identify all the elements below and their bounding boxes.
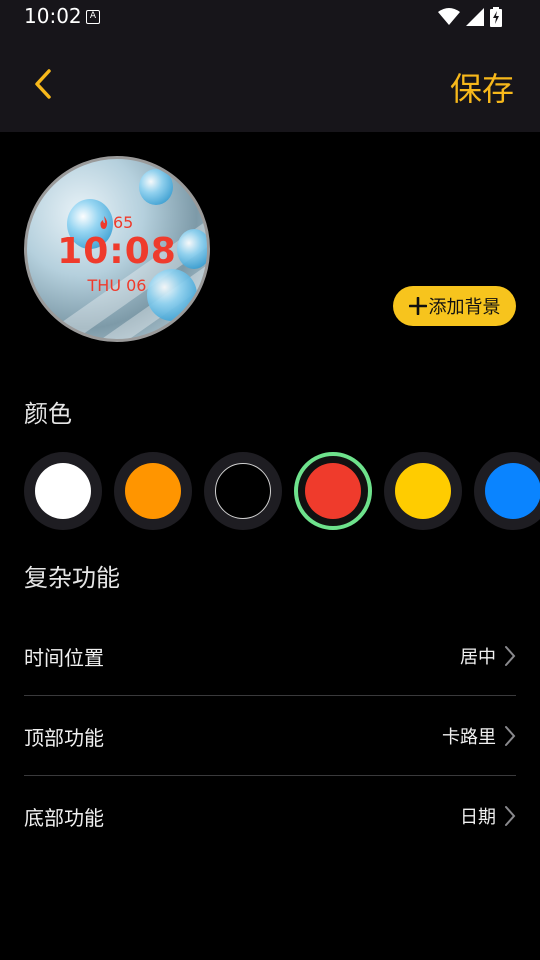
row-value: 居中 (460, 643, 516, 669)
row-value-text: 日期 (460, 807, 496, 828)
color-swatch-row (24, 452, 540, 530)
watch-time: 10:08 (57, 231, 177, 272)
bottom-function-row[interactable]: 底部功能 日期 (24, 776, 516, 856)
color-swatch-white[interactable] (24, 452, 102, 530)
battery-charging-icon (490, 7, 502, 27)
chevron-right-icon (505, 646, 516, 666)
add-background-label: 添加背景 (428, 297, 501, 318)
app-bar: 保存 (0, 34, 540, 132)
color-dot (485, 463, 540, 519)
color-dot (305, 463, 361, 519)
row-value: 日期 (460, 803, 516, 829)
row-value-text: 卡路里 (442, 727, 496, 748)
color-swatch-blue[interactable] (474, 452, 540, 530)
top-function-row[interactable]: 顶部功能 卡路里 (24, 696, 516, 776)
color-swatch-black[interactable] (204, 452, 282, 530)
time-position-row[interactable]: 时间位置 居中 (24, 616, 516, 696)
status-bar: 10:02 A (0, 0, 540, 34)
color-dot (215, 463, 271, 519)
wifi-icon (438, 8, 460, 25)
watch-date: THU 06 (87, 276, 147, 295)
chevron-right-icon (505, 726, 516, 746)
color-dot (395, 463, 451, 519)
watch-face-preview[interactable]: 65 10:08 THU 06 (24, 156, 210, 342)
cell-signal-icon (466, 8, 484, 26)
color-section-title: 颜色 (24, 400, 72, 428)
chevron-left-icon (35, 69, 51, 99)
add-background-button[interactable]: 添加背景 (393, 286, 516, 326)
keyboard-indicator-icon: A (86, 10, 100, 24)
row-label: 底部功能 (24, 805, 104, 830)
chevron-right-icon (505, 806, 516, 826)
flame-icon (100, 216, 108, 229)
save-button[interactable]: 保存 (450, 64, 514, 110)
water-drop-decoration (139, 169, 173, 205)
watch-steps-value: 65 (113, 213, 134, 232)
color-dot (35, 463, 91, 519)
row-value: 卡路里 (442, 723, 516, 749)
status-time: 10:02 (24, 4, 82, 28)
row-value-text: 居中 (460, 647, 496, 668)
row-label: 时间位置 (24, 645, 104, 670)
color-dot (125, 463, 181, 519)
color-swatch-red[interactable] (294, 452, 372, 530)
color-swatch-orange[interactable] (114, 452, 192, 530)
watch-steps: 65 (99, 213, 133, 232)
plus-icon (408, 297, 427, 315)
color-swatch-yellow[interactable] (384, 452, 462, 530)
row-label: 顶部功能 (24, 725, 104, 750)
status-icons (438, 7, 502, 27)
complications-section-title: 复杂功能 (24, 564, 120, 592)
back-button[interactable] (26, 64, 60, 104)
